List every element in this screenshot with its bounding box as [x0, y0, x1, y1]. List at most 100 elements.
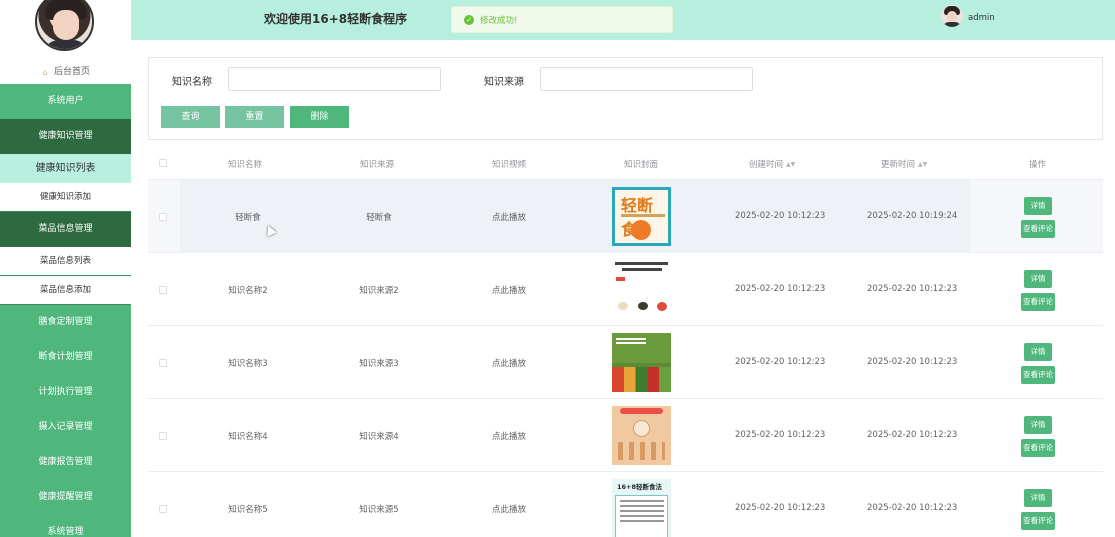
table-row[interactable]: 知识名称5 知识来源5 点此播放 16+8轻断食法 2025-02-20 10:12:2…: [148, 472, 1103, 537]
view-comments-button[interactable]: 查看评论: [1021, 512, 1055, 530]
check-circle-icon: ✓: [464, 15, 474, 25]
cell-source: 知识来源3: [359, 359, 399, 369]
sidebar-item[interactable]: 菜品信息管理: [0, 212, 131, 247]
view-comments-button[interactable]: 查看评论: [1021, 293, 1055, 311]
delete-button[interactable]: 删除: [290, 106, 349, 128]
welcome-title: 欢迎使用16+8轻断食程序: [264, 12, 408, 26]
sort-icon[interactable]: ▲▼: [786, 161, 795, 168]
sidebar-item[interactable]: 菜品信息列表: [0, 247, 131, 276]
cell-source: 知识来源4: [359, 432, 399, 442]
cover-title: 16+8轻断食法: [617, 483, 663, 491]
cell-name: 知识名称2: [228, 286, 268, 296]
home-link[interactable]: ⌂ 后台首页: [0, 64, 131, 77]
success-toast: ✓ 修改成功!: [451, 6, 673, 33]
play-video-link[interactable]: 点此播放: [492, 430, 526, 442]
cover-image[interactable]: 轻断食: [612, 187, 671, 246]
row-checkbox[interactable]: [159, 505, 167, 513]
row-checkbox[interactable]: [159, 359, 167, 367]
detail-button[interactable]: 详情: [1024, 416, 1052, 434]
source-search-input[interactable]: [540, 67, 753, 91]
sidebar-item[interactable]: 系统管理: [0, 515, 131, 537]
cell-name: 知识名称4: [228, 432, 268, 442]
sidebar-item[interactable]: 健康知识添加: [0, 183, 131, 212]
cell-created: 2025-02-20 10:12:23: [735, 211, 826, 221]
th-created-label: 创建时间: [749, 160, 784, 170]
detail-button[interactable]: 详情: [1024, 489, 1052, 507]
cell-source: 知识来源5: [359, 505, 399, 515]
detail-button[interactable]: 详情: [1024, 197, 1052, 215]
cell-name: 轻断食: [235, 213, 261, 223]
sidebar-item[interactable]: 计划执行管理: [0, 375, 131, 410]
cell-updated: 2025-02-20 10:12:23: [867, 284, 958, 294]
th-cover: 知识封面: [624, 160, 659, 170]
cell-created: 2025-02-20 10:12:23: [735, 284, 826, 294]
play-video-link[interactable]: 点此播放: [492, 503, 526, 515]
cell-name: 知识名称5: [228, 505, 268, 515]
sidebar-item[interactable]: 健康知识管理: [0, 119, 131, 154]
username[interactable]: admin: [968, 13, 995, 23]
toast-message: 修改成功!: [480, 16, 518, 26]
th-updated-label: 更新时间: [881, 160, 916, 170]
cell-created: 2025-02-20 10:12:23: [735, 430, 826, 440]
detail-button[interactable]: 详情: [1024, 343, 1052, 361]
home-icon: ⌂: [42, 68, 48, 77]
cell-updated: 2025-02-20 10:19:24: [867, 211, 958, 221]
knowledge-table: 知识名称 知识来源 知识视频 知识封面 创建时间 ▲▼ 更新时间 ▲▼ 操作 轻断食…: [148, 147, 1103, 537]
app-root: ⌂ 后台首页 系统用户 健康知识管理 健康知识列表 健康知识添加 菜品信息管理 菜品信息列表…: [0, 0, 1115, 537]
table-row[interactable]: 知识名称3 知识来源3 点此播放 2025-02-20 10:12:23 2025-02…: [148, 326, 1103, 399]
th-updated[interactable]: 更新时间 ▲▼: [881, 158, 927, 170]
th-name: 知识名称: [228, 160, 263, 170]
source-label: 知识来源: [484, 77, 524, 88]
sort-icon[interactable]: ▲▼: [918, 161, 927, 168]
cover-image[interactable]: 16+8轻断食法: [612, 479, 671, 537]
top-header: 欢迎使用16+8轻断食程序 ✓ 修改成功! admin: [131, 0, 1115, 40]
reset-button[interactable]: 重置: [225, 106, 284, 128]
cover-image[interactable]: [612, 260, 671, 319]
play-video-link[interactable]: 点此播放: [492, 284, 526, 296]
sidebar-profile: ⌂ 后台首页: [0, 0, 131, 84]
sidebar-item[interactable]: 系统用户: [0, 84, 131, 119]
sidebar-item[interactable]: 膳食定制管理: [0, 305, 131, 340]
detail-button[interactable]: 详情: [1024, 270, 1052, 288]
sidebar-item[interactable]: 健康提醒管理: [0, 480, 131, 515]
admin-avatar: [35, 0, 94, 51]
th-ops: 操作: [1029, 160, 1047, 170]
view-comments-button[interactable]: 查看评论: [1021, 220, 1055, 238]
sidebar: ⌂ 后台首页 系统用户 健康知识管理 健康知识列表 健康知识添加 菜品信息管理 菜品信息列表…: [0, 0, 131, 537]
select-all-checkbox[interactable]: [159, 159, 167, 167]
table-row[interactable]: 知识名称4 知识来源4 点此播放 2025-02-20 10:12:23 2025-02…: [148, 399, 1103, 472]
user-avatar[interactable]: [941, 5, 963, 27]
cover-image[interactable]: [612, 333, 671, 392]
sidebar-item[interactable]: 健康报告管理: [0, 445, 131, 480]
play-video-link[interactable]: 点此播放: [492, 211, 526, 223]
view-comments-button[interactable]: 查看评论: [1021, 439, 1055, 457]
cell-created: 2025-02-20 10:12:23: [735, 503, 826, 513]
row-checkbox[interactable]: [159, 432, 167, 440]
th-created[interactable]: 创建时间 ▲▼: [749, 158, 795, 170]
sidebar-item[interactable]: 摄入记录管理: [0, 410, 131, 445]
sidebar-item[interactable]: 断食计划管理: [0, 340, 131, 375]
name-search-input[interactable]: [228, 67, 441, 91]
view-comments-button[interactable]: 查看评论: [1021, 366, 1055, 384]
cell-source: 知识来源2: [359, 286, 399, 296]
th-source: 知识来源: [360, 160, 395, 170]
play-video-link[interactable]: 点此播放: [492, 357, 526, 369]
table-row[interactable]: 知识名称2 知识来源2 点此播放 2025-02-20 10:12:23 2025-02…: [148, 253, 1103, 326]
cell-created: 2025-02-20 10:12:23: [735, 357, 826, 367]
sidebar-item[interactable]: 菜品信息添加: [0, 276, 131, 305]
query-button[interactable]: 查询: [161, 106, 220, 128]
home-label: 后台首页: [53, 67, 90, 77]
sidebar-item[interactable]: 健康知识列表: [0, 154, 131, 183]
sidebar-menu: 系统用户 健康知识管理 健康知识列表 健康知识添加 菜品信息管理 菜品信息列表 菜品信息添加…: [0, 84, 131, 537]
table-row[interactable]: 轻断食 轻断食 点此播放 轻断食 2025-02-20 10:12:23 2025-02-…: [148, 180, 1103, 253]
row-checkbox[interactable]: [159, 213, 167, 221]
cell-updated: 2025-02-20 10:12:23: [867, 503, 958, 513]
cell-updated: 2025-02-20 10:12:23: [867, 357, 958, 367]
row-checkbox[interactable]: [159, 286, 167, 294]
table-header: 知识名称 知识来源 知识视频 知识封面 创建时间 ▲▼ 更新时间 ▲▼ 操作: [148, 147, 1103, 180]
table-body: 轻断食 轻断食 点此播放 轻断食 2025-02-20 10:12:23 2025-02-…: [148, 180, 1103, 537]
cover-image[interactable]: [612, 406, 671, 465]
cell-source: 轻断食: [366, 213, 392, 223]
name-label: 知识名称: [172, 77, 212, 88]
cell-updated: 2025-02-20 10:12:23: [867, 430, 958, 440]
